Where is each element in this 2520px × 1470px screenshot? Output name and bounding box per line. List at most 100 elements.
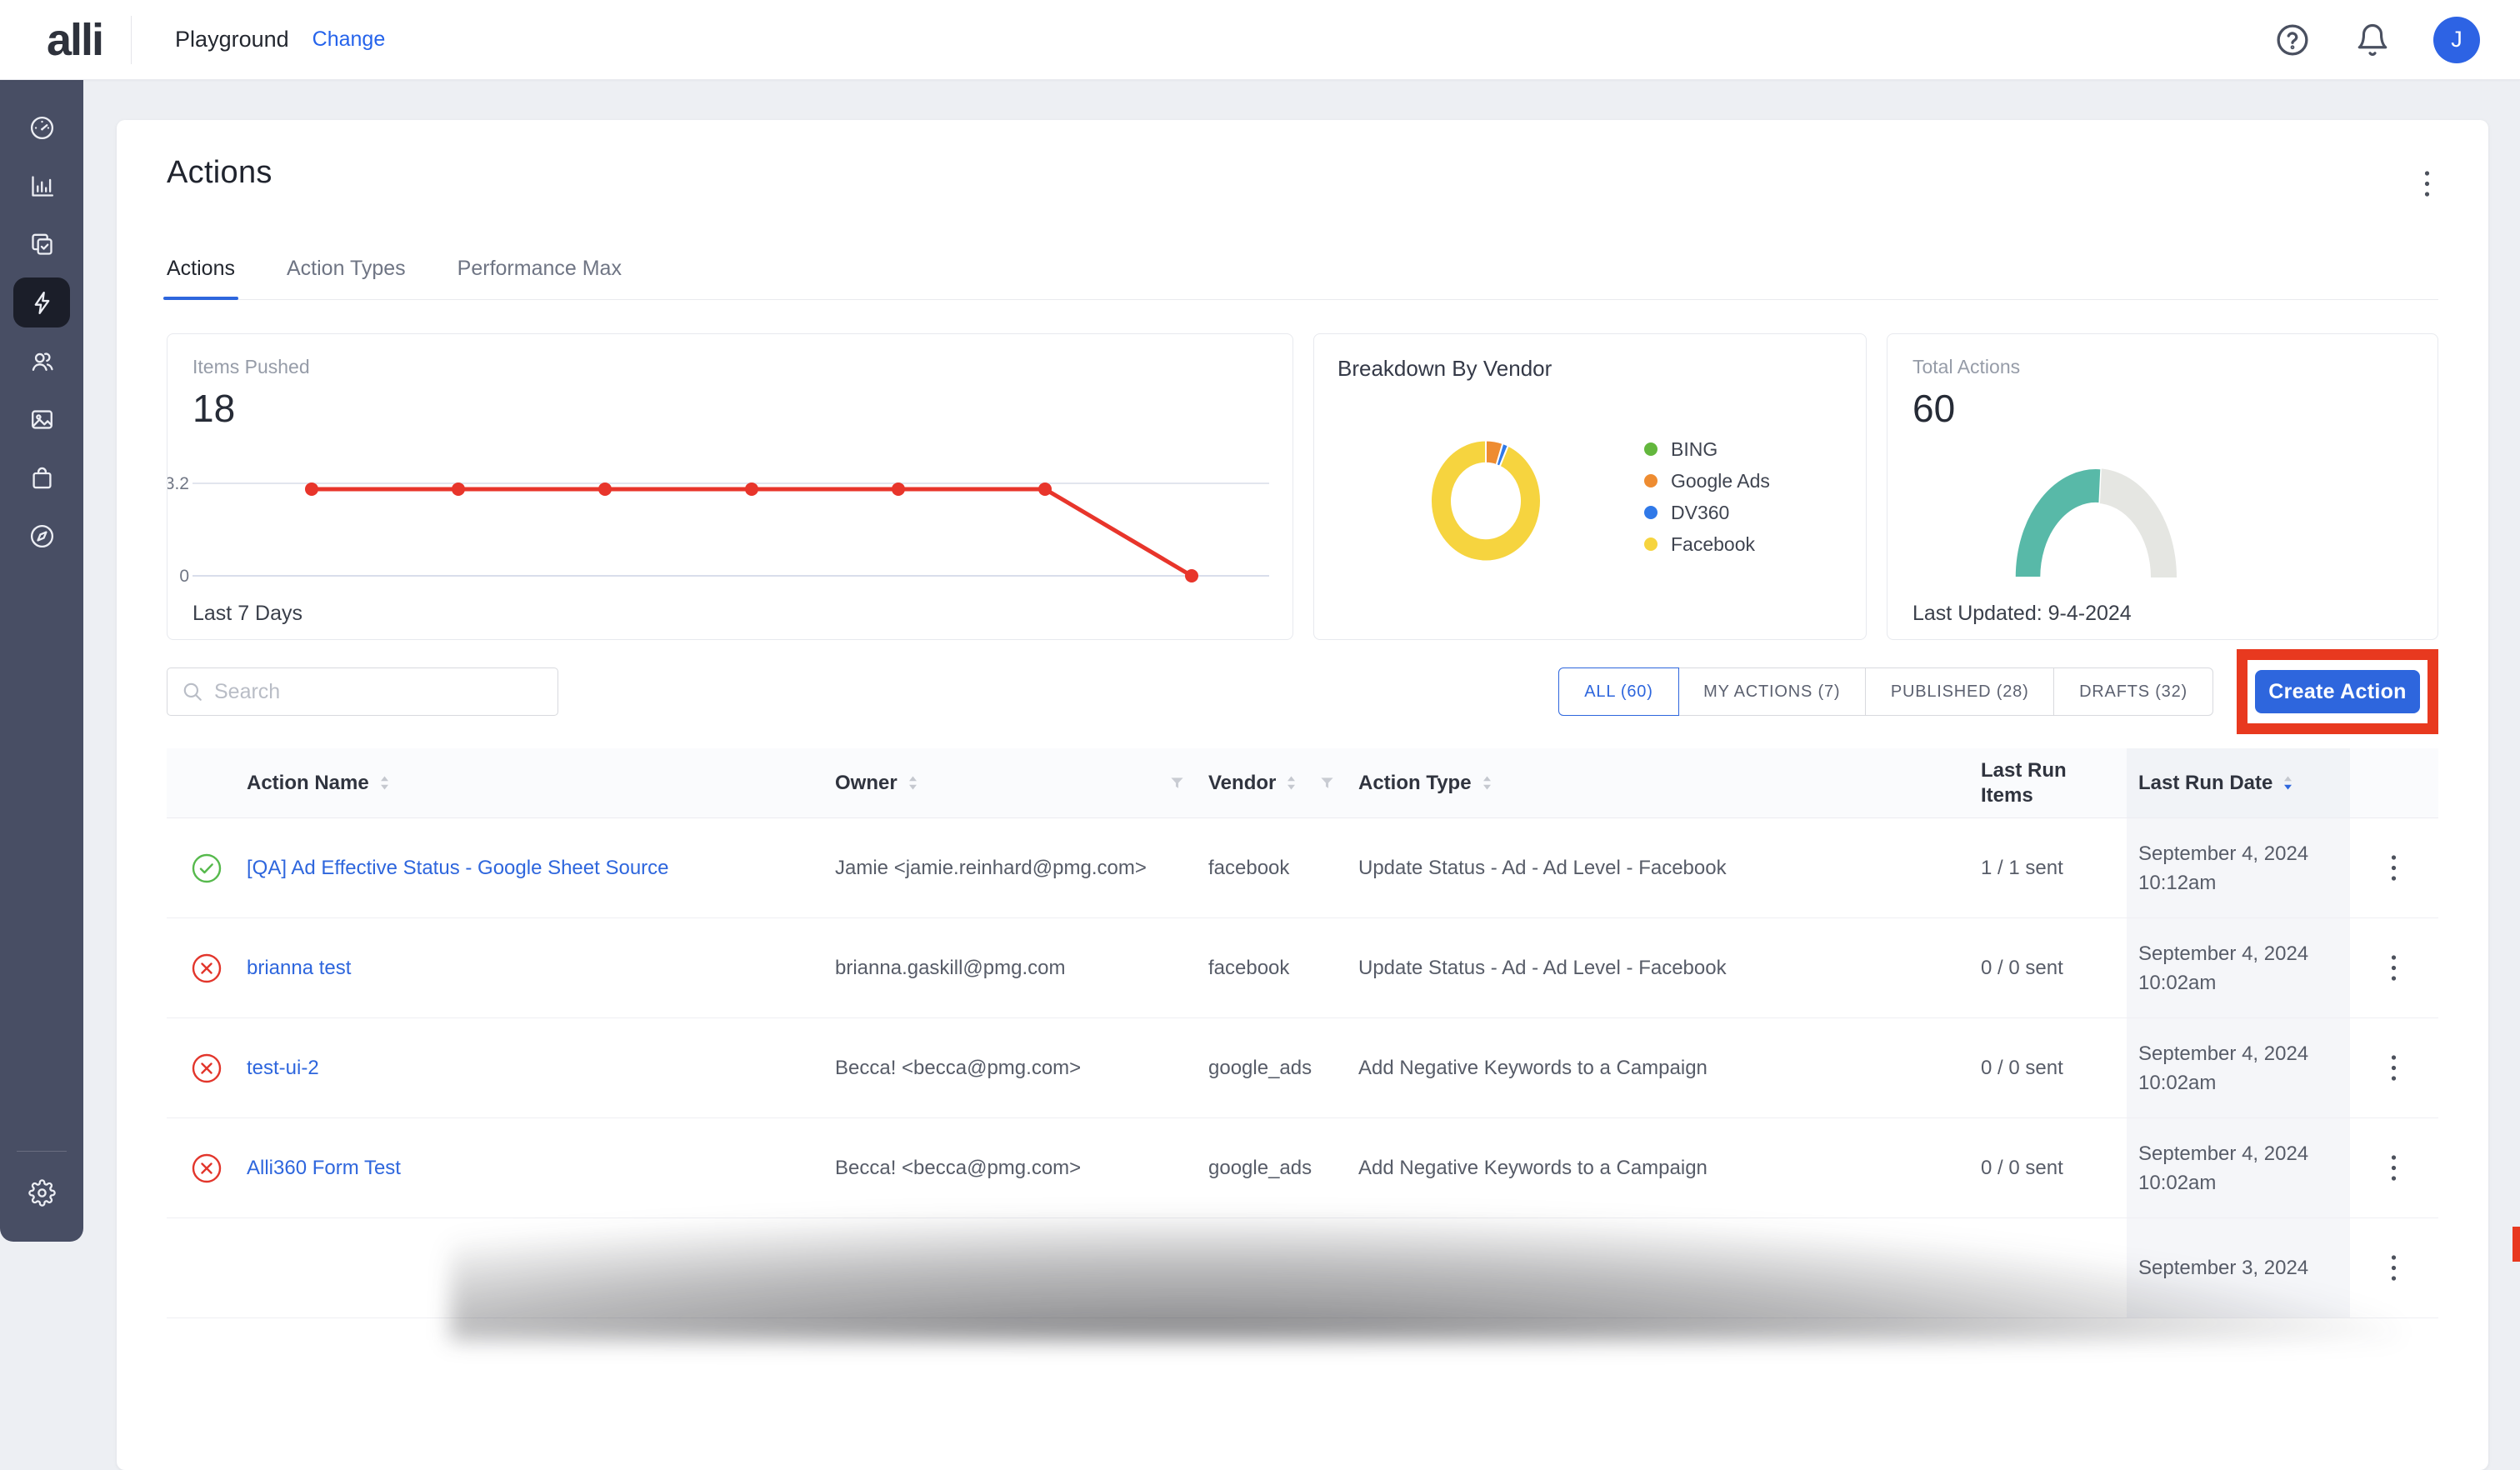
sidebar-item-settings[interactable] xyxy=(12,1163,71,1222)
filter-published-28[interactable]: PUBLISHED (28) xyxy=(1865,668,2055,716)
action-type-cell: Update Status - Ad - Ad Level - Facebook xyxy=(1358,918,1981,1018)
status-cell xyxy=(167,1218,247,1318)
filter-funnel-icon[interactable] xyxy=(1169,775,1185,791)
legend-dot-icon xyxy=(1644,538,1658,551)
legend-item-google-ads[interactable]: Google Ads xyxy=(1644,471,1770,491)
row-kebab-menu[interactable] xyxy=(2350,1118,2437,1218)
date-line-1: September 4, 2024 xyxy=(2138,939,2308,968)
sidebar-item-audiences[interactable] xyxy=(12,332,71,390)
create-action-button[interactable]: Create Action xyxy=(2255,670,2420,713)
action-name-cell: test-ui-2 xyxy=(247,1018,835,1118)
legend-label: Google Ads xyxy=(1671,470,1770,492)
vendor-cell xyxy=(1208,1218,1358,1318)
status-cell xyxy=(167,818,247,918)
sidebar-item-tasks[interactable] xyxy=(12,215,71,273)
change-workspace-link[interactable]: Change xyxy=(312,28,386,52)
sidebar-item-shopping[interactable] xyxy=(12,448,71,507)
table-row: [QA] Ad Effective Status - Google Sheet … xyxy=(167,818,2438,918)
column-header-vendor[interactable]: Vendor xyxy=(1208,748,1358,818)
action-name-cell: Alli360 Form Test xyxy=(247,1118,835,1218)
vendor-cell: google_ads xyxy=(1208,1018,1358,1118)
sidebar-divider xyxy=(17,1151,67,1152)
filter-drafts-32[interactable]: DRAFTS (32) xyxy=(2053,668,2213,716)
annotation-red-sliver xyxy=(2512,1227,2520,1262)
filter-all-60[interactable]: ALL (60) xyxy=(1558,668,1678,716)
bar-chart-icon xyxy=(28,172,56,200)
row-kebab-menu[interactable] xyxy=(2350,818,2437,918)
kebab-menu-icon[interactable] xyxy=(2391,854,2397,882)
column-header-owner[interactable]: Owner xyxy=(835,748,1208,818)
owner-cell xyxy=(835,1218,1208,1318)
row-kebab-menu[interactable] xyxy=(2350,1218,2437,1318)
legend-dot-icon xyxy=(1644,506,1658,519)
date-line-1: September 3, 2024 xyxy=(2138,1253,2308,1282)
items-pushed-footer: Last 7 Days xyxy=(192,602,302,626)
kebab-menu-icon[interactable] xyxy=(2391,1154,2397,1182)
status-cell xyxy=(167,1018,247,1118)
action-name-cell: [QA] Ad Effective Status - Google Sheet … xyxy=(247,818,835,918)
user-avatar[interactable]: J xyxy=(2433,17,2480,63)
tab-actions[interactable]: Actions xyxy=(167,257,235,299)
kebab-menu-icon[interactable] xyxy=(2391,954,2397,982)
column-label: Action Name xyxy=(247,772,369,795)
kebab-menu-icon[interactable] xyxy=(2391,1254,2397,1282)
sort-icon[interactable] xyxy=(2282,775,2293,791)
speedometer-icon xyxy=(28,114,56,142)
kebab-menu-icon[interactable] xyxy=(2391,1054,2397,1082)
search-input[interactable] xyxy=(167,668,558,716)
action-name-link[interactable]: test-ui-2 xyxy=(247,1057,319,1080)
table-header-row: Action Name OwnerVendorAction Type Last Ru… xyxy=(167,748,2438,818)
sidebar-item-dashboard[interactable] xyxy=(12,98,71,157)
action-name-link[interactable]: [QA] Ad Effective Status - Google Sheet … xyxy=(247,857,669,880)
filter-funnel-icon[interactable] xyxy=(1319,775,1335,791)
panel-kebab-menu[interactable] xyxy=(2416,167,2438,205)
help-icon[interactable] xyxy=(2273,21,2312,59)
legend-item-bing[interactable]: BING xyxy=(1644,439,1770,459)
owner-cell: brianna.gaskill@pmg.com xyxy=(835,918,1208,1018)
legend-item-facebook[interactable]: Facebook xyxy=(1644,534,1770,554)
notifications-bell-icon[interactable] xyxy=(2353,21,2392,59)
sort-icon[interactable] xyxy=(1286,775,1297,791)
legend-item-dv360[interactable]: DV360 xyxy=(1644,502,1770,522)
svg-text:0: 0 xyxy=(179,567,189,586)
date-line-2: 10:02am xyxy=(2138,968,2216,998)
column-label: Action Type xyxy=(1358,772,1472,795)
sidebar-item-images[interactable] xyxy=(12,390,71,448)
search-box xyxy=(167,668,558,716)
sort-icon[interactable] xyxy=(1482,775,1492,791)
sidebar-item-reports[interactable] xyxy=(12,157,71,215)
table-row: brianna testbrianna.gaskill@pmg.comfaceb… xyxy=(167,918,2438,1018)
total-actions-footer: Last Updated: 9-4-2024 xyxy=(1912,602,2132,626)
status-error-icon xyxy=(190,1152,223,1185)
items-pushed-label: Items Pushed xyxy=(192,356,310,378)
action-name-link[interactable]: brianna test xyxy=(247,957,351,980)
status-cell xyxy=(167,1118,247,1218)
column-label: Last Run Date xyxy=(2138,772,2272,795)
sort-icon[interactable] xyxy=(379,775,390,791)
last-run-date-cell: September 4, 202410:02am xyxy=(2127,918,2350,1018)
tab-performance-max[interactable]: Performance Max xyxy=(458,257,622,299)
sort-icon[interactable] xyxy=(908,775,918,791)
row-kebab-menu[interactable] xyxy=(2350,1018,2437,1118)
gear-icon xyxy=(28,1179,56,1207)
row-kebab-menu[interactable] xyxy=(2350,918,2437,1018)
tab-action-types[interactable]: Action Types xyxy=(287,257,406,299)
date-line-1: September 4, 2024 xyxy=(2138,1139,2308,1168)
column-header-last-run-date[interactable]: Last Run Date xyxy=(2127,748,2350,818)
total-actions-value: 60 xyxy=(1912,386,1955,431)
column-header-action-type[interactable]: Action Type xyxy=(1358,748,1981,818)
table-row: Alli360 Form TestBecca! <becca@pmg.com>g… xyxy=(167,1118,2438,1218)
sidebar-item-actions[interactable] xyxy=(13,278,70,328)
column-header-action-name[interactable]: Action Name xyxy=(247,748,835,818)
action-name-link[interactable]: Alli360 Form Test xyxy=(247,1157,401,1180)
date-line-2: 10:12am xyxy=(2138,868,2216,898)
vendor-legend: BING Google Ads DV360 Facebook xyxy=(1644,439,1770,554)
status-error-icon xyxy=(190,952,223,985)
sidebar-item-discover[interactable] xyxy=(12,507,71,565)
table-controls-row: ALL (60)MY ACTIONS (7)PUBLISHED (28)DRAF… xyxy=(167,665,2438,718)
workspace-name: Playground xyxy=(175,27,289,52)
filter-my-actions-7[interactable]: MY ACTIONS (7) xyxy=(1678,668,1866,716)
action-name-cell: brianna test xyxy=(247,918,835,1018)
actions-panel: Actions ActionsAction TypesPerformance M… xyxy=(117,120,2488,1470)
date-line-2: 10:02am xyxy=(2138,1068,2216,1098)
